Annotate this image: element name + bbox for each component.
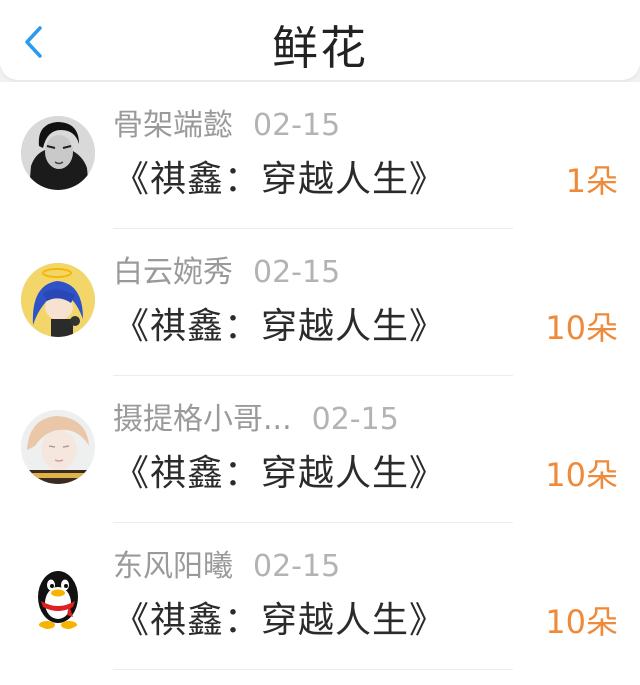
date: 02-15 (253, 108, 341, 143)
flower-count: 10朵 (545, 309, 618, 347)
date: 02-15 (311, 402, 399, 437)
date: 02-15 (253, 255, 341, 290)
avatar[interactable] (21, 263, 95, 337)
list-item[interactable]: 摄提格小哥... 02-15 《祺鑫：穿越人生》 10朵 (0, 376, 640, 523)
user-name: 摄提格小哥... (113, 402, 292, 437)
item-meta: 摄提格小哥... 02-15 (113, 394, 399, 438)
user-name: 东风阳曦 (113, 549, 233, 584)
avatar[interactable] (21, 410, 95, 484)
flower-count: 10朵 (545, 603, 618, 641)
book-title: 《祺鑫：穿越人生》 (113, 453, 447, 494)
qq-penguin-icon (21, 557, 95, 631)
date: 02-15 (253, 549, 341, 584)
book-title: 《祺鑫：穿越人生》 (113, 159, 447, 200)
book-title: 《祺鑫：穿越人生》 (113, 306, 447, 347)
avatar[interactable] (21, 557, 95, 631)
item-meta: 东风阳曦 02-15 (113, 541, 340, 585)
list-item[interactable]: 骨架端懿 02-15 《祺鑫：穿越人生》 1朵 (0, 82, 640, 229)
book-title: 《祺鑫：穿越人生》 (113, 600, 447, 641)
divider (113, 669, 513, 670)
item-meta: 白云婉秀 02-15 (113, 247, 340, 291)
flower-list: 骨架端懿 02-15 《祺鑫：穿越人生》 1朵 白云婉秀 02-15 《祺鑫：穿越人… (0, 82, 640, 685)
item-meta: 骨架端懿 02-15 (113, 100, 340, 144)
avatar[interactable] (21, 116, 95, 190)
list-item[interactable]: 白云婉秀 02-15 《祺鑫：穿越人生》 10朵 (0, 229, 640, 376)
flower-count: 1朵 (565, 162, 618, 200)
list-item[interactable]: 东风阳曦 02-15 《祺鑫：穿越人生》 10朵 (0, 523, 640, 670)
user-name: 骨架端懿 (113, 108, 233, 143)
flower-count: 10朵 (545, 456, 618, 494)
user-name: 白云婉秀 (113, 255, 233, 290)
top-bar: 鲜花 (0, 0, 640, 80)
page-title: 鲜花 (272, 21, 368, 75)
